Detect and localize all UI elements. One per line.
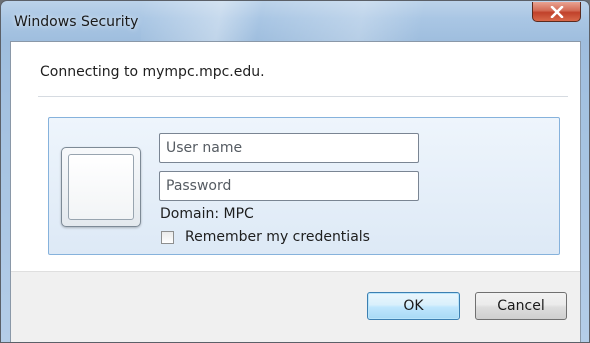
user-tile-frame [68, 154, 134, 220]
domain-label: Domain: MPC [160, 206, 254, 222]
remember-credentials[interactable]: Remember my credentials [160, 229, 370, 245]
user-tile-icon[interactable] [61, 147, 141, 227]
cancel-button[interactable]: Cancel [475, 292, 567, 320]
remember-checkbox[interactable] [161, 230, 174, 244]
title-bar[interactable]: Windows Security [1, 1, 589, 41]
credential-panel[interactable]: Domain: MPC Remember my credentials [48, 117, 560, 255]
password-input[interactable] [159, 171, 419, 201]
close-button[interactable] [532, 2, 581, 22]
windows-security-dialog: Windows Security Connecting to mympc.mpc… [0, 0, 590, 343]
divider [38, 96, 568, 97]
close-icon [550, 5, 563, 18]
window-title: Windows Security [14, 14, 139, 30]
ok-button[interactable]: OK [367, 292, 460, 320]
connecting-message: Connecting to mympc.mpc.edu. [40, 64, 265, 80]
remember-label: Remember my credentials [185, 229, 370, 245]
button-bar: OK Cancel [11, 271, 580, 342]
dialog-body: Connecting to mympc.mpc.edu. Domain: MPC… [10, 41, 581, 342]
username-input[interactable] [159, 133, 419, 163]
